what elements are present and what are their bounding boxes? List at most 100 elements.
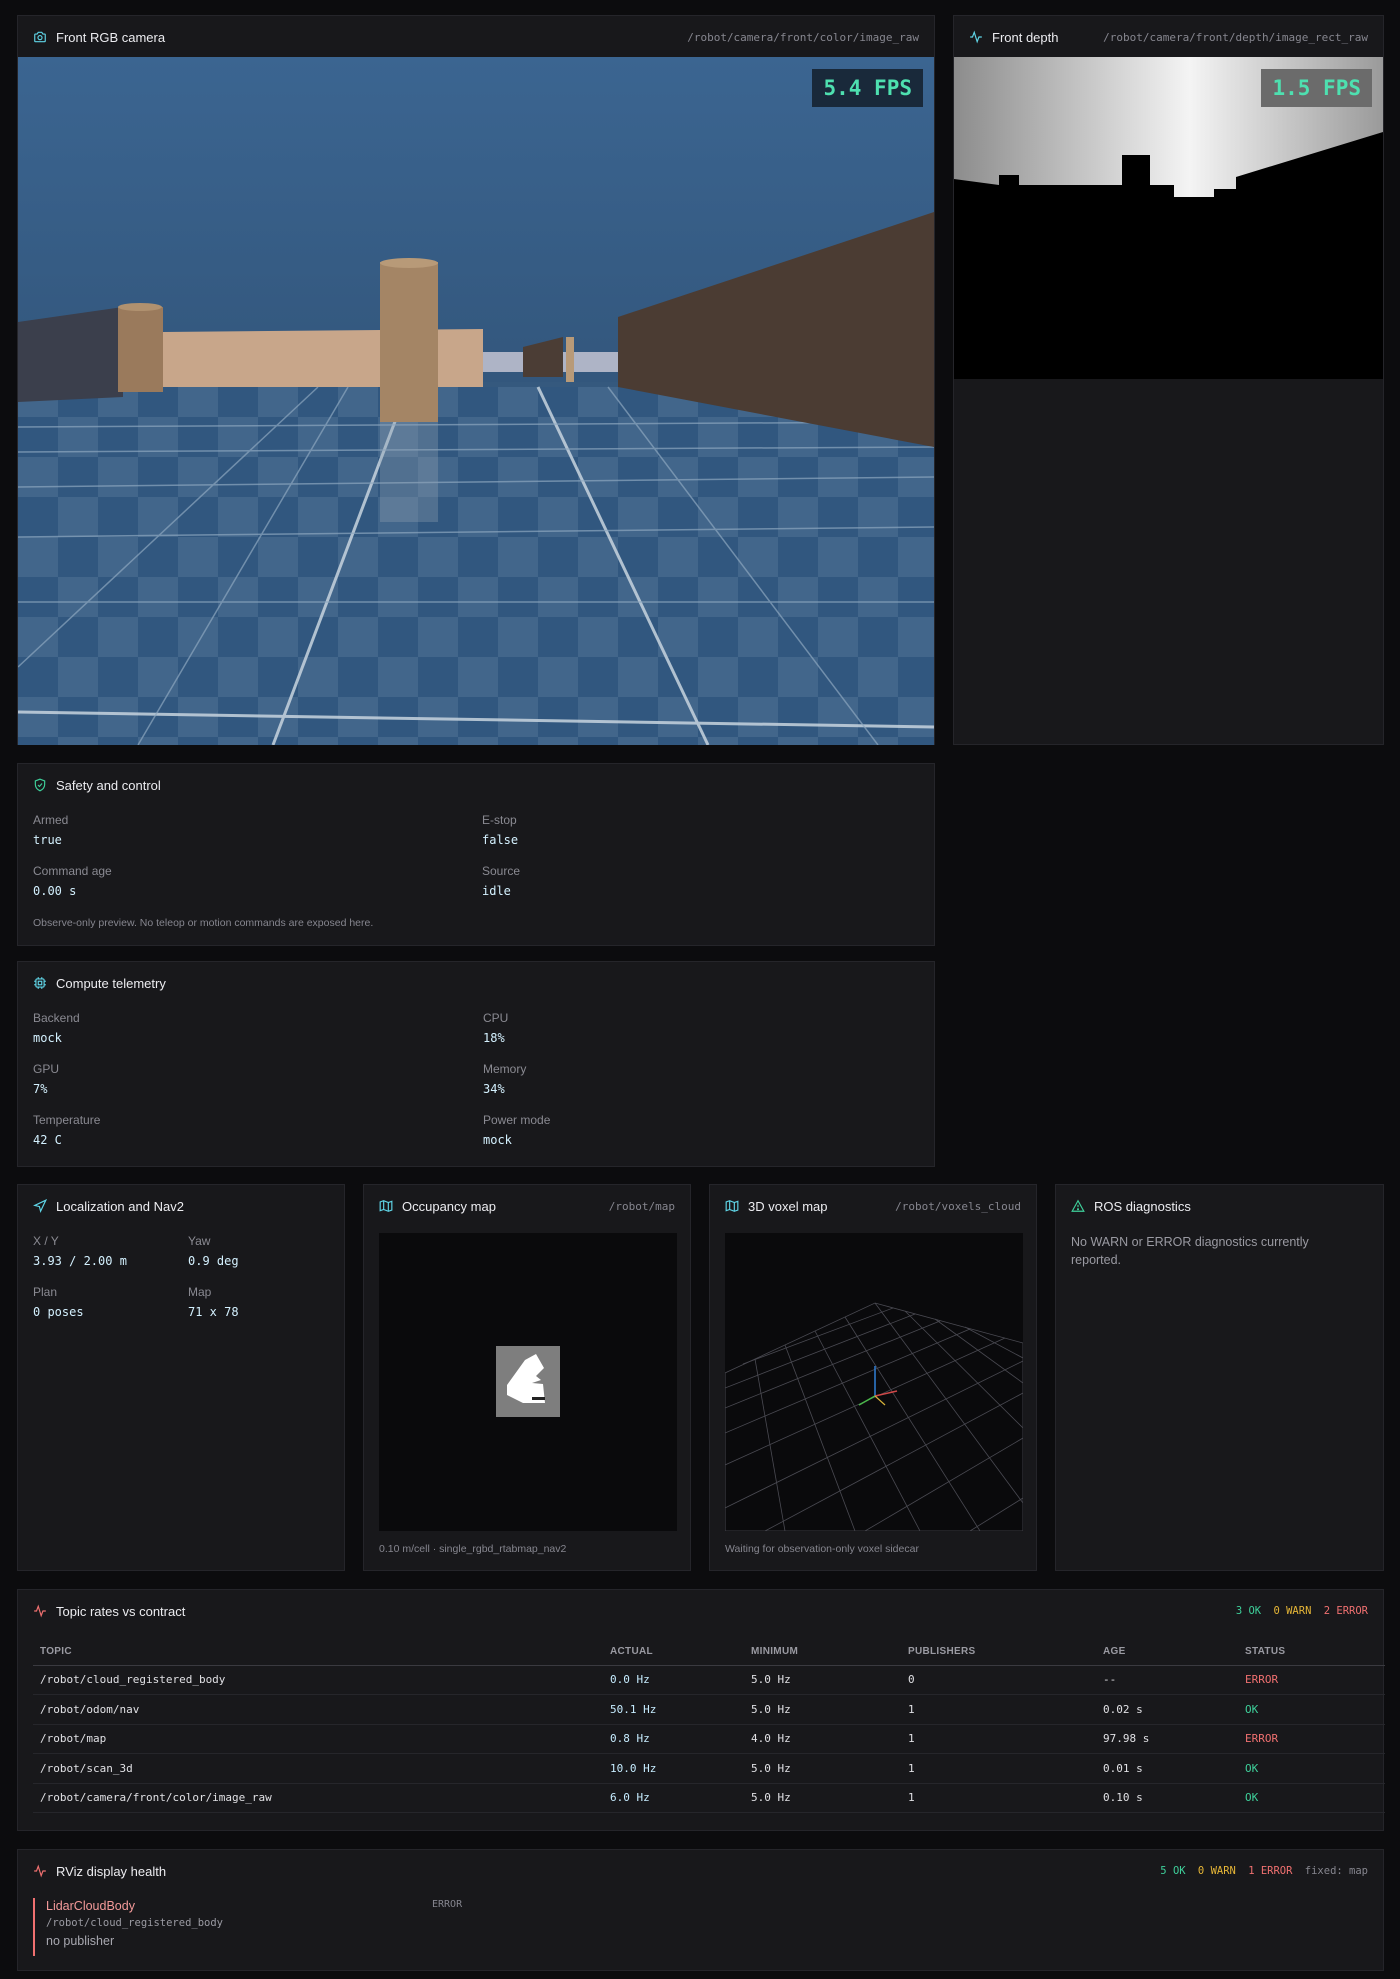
voxel-3d-view[interactable] <box>724 1233 1024 1532</box>
power-mode-label: Power mode <box>483 1113 551 1127</box>
row-status: ERROR <box>1238 1724 1385 1754</box>
diagnostics-panel: ROS diagnostics No WARN or ERROR diagnos… <box>1055 1184 1384 1571</box>
topic-rates-header: Topic rates vs contract 3 OK 0 WARN 2 ER… <box>18 1590 1383 1632</box>
depth-camera-title: Front depth <box>992 29 1059 45</box>
xy-value: 3.93 / 2.00 m <box>33 1254 127 1268</box>
row-actual: 50.1 Hz <box>603 1694 744 1725</box>
row-topic: /robot/camera/front/color/image_raw <box>33 1783 603 1813</box>
power-mode-value: mock <box>483 1133 512 1147</box>
warn-count: 0 WARN <box>1197 1865 1236 1877</box>
display-status: ERROR <box>432 1899 463 1910</box>
table-row: /robot/scan_3d 10.0 Hz 5.0 Hz 1 0.01 s O… <box>33 1753 1385 1784</box>
topic-rates-panel: Topic rates vs contract 3 OK 0 WARN 2 ER… <box>17 1589 1385 1831</box>
row-age: 0.10 s <box>1096 1783 1238 1813</box>
occupancy-title: Occupancy map <box>402 1198 496 1214</box>
table-row: /robot/map 0.8 Hz 4.0 Hz 1 97.98 s ERROR <box>33 1724 1385 1754</box>
voxel-title: 3D voxel map <box>748 1198 828 1214</box>
rgb-camera-topic: /robot/camera/front/color/image_raw <box>687 30 919 44</box>
row-minimum: 5.0 Hz <box>744 1783 901 1813</box>
compute-panel: Compute telemetry Backend mock CPU 18% G… <box>17 961 935 1167</box>
rgb-camera-image <box>18 57 934 745</box>
voxel-header: 3D voxel map /robot/voxels_cloud <box>710 1185 1036 1227</box>
rviz-summary: 5 OK 0 WARN 1 ERROR fixed: map <box>1160 1865 1368 1877</box>
command-age-label: Command age <box>33 864 112 878</box>
topic-rates-title: Topic rates vs contract <box>56 1603 186 1619</box>
occupancy-header: Occupancy map /robot/map <box>364 1185 690 1227</box>
localization-header: Localization and Nav2 <box>18 1185 344 1227</box>
table-row: /robot/camera/front/color/image_raw 6.0 … <box>33 1783 1385 1813</box>
row-publishers: 1 <box>901 1783 1096 1813</box>
row-actual: 6.0 Hz <box>603 1783 744 1813</box>
cpu-label: CPU <box>483 1011 509 1025</box>
row-publishers: 0 <box>901 1665 1096 1695</box>
display-name: LidarCloudBody <box>46 1899 135 1913</box>
rgb-fps-badge: 5.4 FPS <box>812 69 923 107</box>
yaw-label: Yaw <box>188 1234 211 1248</box>
backend-value: mock <box>33 1031 62 1045</box>
xy-label: X / Y <box>33 1234 59 1248</box>
diagnostics-header: ROS diagnostics <box>1056 1185 1383 1227</box>
row-publishers: 1 <box>901 1753 1096 1784</box>
rviz-title: RViz display health <box>56 1863 167 1879</box>
gpu-label: GPU <box>33 1062 60 1076</box>
source-value: idle <box>482 884 511 898</box>
temperature-label: Temperature <box>33 1113 101 1127</box>
shield-icon <box>33 778 47 792</box>
localization-title: Localization and Nav2 <box>56 1198 184 1214</box>
col-topic: TOPIC <box>33 1638 603 1666</box>
diagnostics-title: ROS diagnostics <box>1094 1198 1191 1214</box>
row-age: -- <box>1096 1665 1238 1695</box>
fixed-frame: fixed: map <box>1304 1865 1368 1877</box>
map-icon <box>725 1199 739 1213</box>
source-label: Source <box>482 864 521 878</box>
warning-triangle-icon <box>1071 1199 1085 1213</box>
col-status: STATUS <box>1238 1638 1385 1666</box>
voxel-topic: /robot/voxels_cloud <box>895 1199 1021 1213</box>
cpu-icon <box>33 976 47 990</box>
row-status: ERROR <box>1238 1665 1385 1695</box>
rviz-display-item: LidarCloudBody /robot/cloud_registered_b… <box>33 1898 553 1956</box>
error-count: 1 ERROR <box>1248 1865 1293 1877</box>
safety-header: Safety and control <box>18 764 934 806</box>
memory-value: 34% <box>483 1082 505 1096</box>
compute-title: Compute telemetry <box>56 975 166 991</box>
table-row: /robot/cloud_registered_body 0.0 Hz 5.0 … <box>33 1665 1385 1695</box>
error-count: 2 ERROR <box>1323 1605 1368 1617</box>
diagnostics-message: No WARN or ERROR diagnostics currently r… <box>1071 1235 1309 1267</box>
row-publishers: 1 <box>901 1694 1096 1725</box>
row-topic: /robot/map <box>33 1724 603 1754</box>
map-label: Map <box>188 1285 212 1299</box>
col-age: AGE <box>1096 1638 1238 1666</box>
row-status: OK <box>1238 1783 1385 1813</box>
topic-rates-summary: 3 OK 0 WARN 2 ERROR <box>1236 1605 1368 1617</box>
row-age: 97.98 s <box>1096 1724 1238 1754</box>
rgb-camera-panel: Front RGB camera /robot/camera/front/col… <box>17 15 935 745</box>
occupancy-map-view[interactable] <box>379 1233 677 1531</box>
display-message: no publisher <box>46 1934 115 1948</box>
ok-count: 3 OK <box>1235 1605 1262 1617</box>
map-value: 71 x 78 <box>188 1305 239 1319</box>
activity-icon <box>969 30 983 44</box>
row-actual: 0.8 Hz <box>603 1724 744 1754</box>
armed-label: Armed <box>33 813 69 827</box>
plan-value: 0 poses <box>33 1305 84 1319</box>
camera-icon <box>33 30 47 44</box>
occupancy-caption: 0.10 m/cell · single_rgbd_rtabmap_nav2 <box>379 1543 567 1555</box>
row-minimum: 4.0 Hz <box>744 1724 901 1754</box>
row-status: OK <box>1238 1694 1385 1725</box>
table-row: /robot/odom/nav 50.1 Hz 5.0 Hz 1 0.02 s … <box>33 1694 1385 1725</box>
display-topic: /robot/cloud_registered_body <box>46 1917 224 1929</box>
depth-camera-topic: /robot/camera/front/depth/image_rect_raw <box>1103 30 1368 44</box>
command-age-value: 0.00 s <box>33 884 77 898</box>
ok-count: 5 OK <box>1160 1865 1186 1877</box>
col-minimum: MINIMUM <box>744 1638 901 1666</box>
safety-note: Observe-only preview. No teleop or motio… <box>33 917 374 929</box>
rgb-camera-title: Front RGB camera <box>56 29 166 45</box>
row-topic: /robot/cloud_registered_body <box>33 1665 603 1695</box>
row-age: 0.02 s <box>1096 1694 1238 1725</box>
rviz-header: RViz display health 5 OK 0 WARN 1 ERROR … <box>18 1850 1383 1892</box>
row-age: 0.01 s <box>1096 1753 1238 1784</box>
occupancy-topic: /robot/map <box>608 1199 675 1213</box>
row-topic: /robot/odom/nav <box>33 1694 603 1725</box>
depth-fps-badge: 1.5 FPS <box>1261 69 1372 107</box>
